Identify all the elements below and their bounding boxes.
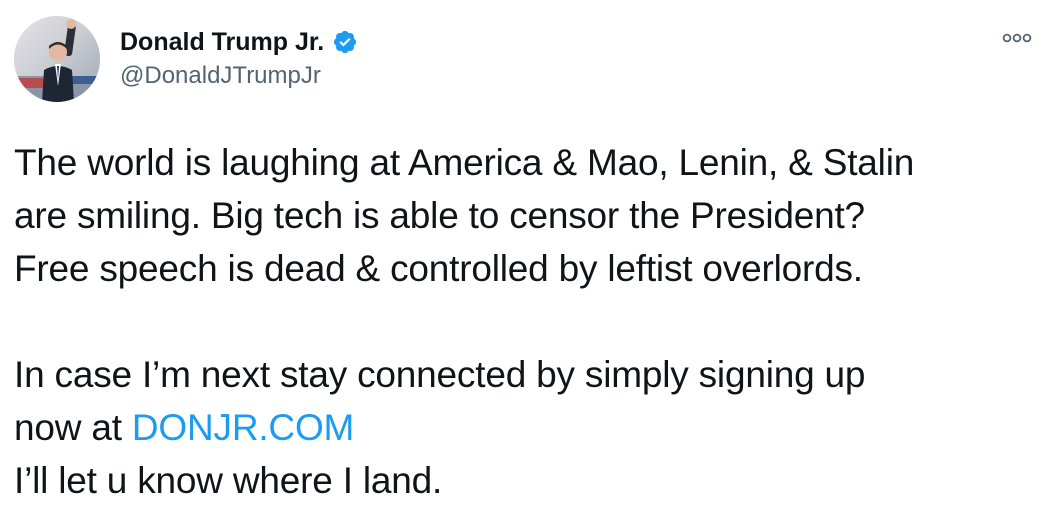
donjr-link[interactable]: DONJR.COM: [132, 407, 354, 448]
tweet-line: The world is laughing at America & Mao, …: [14, 142, 915, 183]
verified-badge-icon: [332, 29, 358, 55]
author-info: Donald Trump Jr. @DonaldJTrumpJr: [120, 26, 358, 92]
tweet-card: Donald Trump Jr. @DonaldJTrumpJr The wor…: [0, 0, 1052, 520]
tweet-line: are smiling. Big tech is able to censor …: [14, 195, 865, 236]
tweet-line-prefix: now at: [14, 407, 132, 448]
tweet-line-with-link: now at DONJR.COM: [14, 401, 1034, 454]
user-handle[interactable]: @DonaldJTrumpJr: [120, 60, 358, 92]
tweet-line: Free speech is dead & controlled by left…: [14, 248, 863, 289]
more-options-icon[interactable]: [1000, 28, 1034, 48]
paragraph-break: [14, 295, 1034, 348]
avatar[interactable]: [14, 16, 100, 102]
display-name[interactable]: Donald Trump Jr.: [120, 26, 324, 58]
tweet-text: The world is laughing at America & Mao, …: [14, 136, 1034, 507]
tweet-line: I’ll let u know where I land.: [14, 460, 443, 501]
name-row: Donald Trump Jr.: [120, 26, 358, 58]
tweet-line: In case I’m next stay connected by simpl…: [14, 354, 866, 395]
profile-photo-icon: [14, 16, 100, 102]
